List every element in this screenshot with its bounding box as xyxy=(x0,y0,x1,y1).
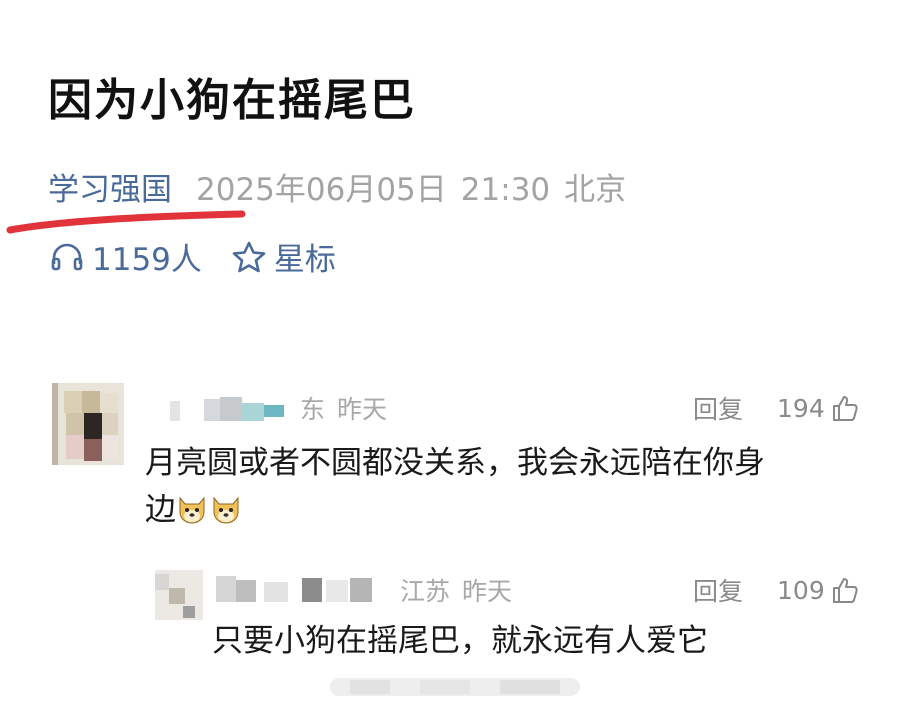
reply-avatar[interactable] xyxy=(155,570,203,620)
comment-text-line-2: 边 xyxy=(145,487,865,534)
publish-date: 2025年06月05日 xyxy=(196,172,447,208)
comment-text: 月亮圆或者不圆都没关系，我会永远陪在你身 边 xyxy=(145,440,865,534)
thumbs-up-icon[interactable] xyxy=(831,576,859,604)
avatar-pixelated xyxy=(52,383,124,465)
blurred-content-strip xyxy=(330,678,580,696)
reply-meta: 江苏 昨天 xyxy=(400,572,524,608)
publish-time: 21:30 xyxy=(460,172,551,208)
listen-count-group: 1159人 xyxy=(50,234,202,279)
reply-text: 只要小狗在摇尾巴，就永远有人爱它 xyxy=(212,623,708,659)
article-stats: 1159人 星标 xyxy=(50,234,366,279)
comment-meta: 东昨天 xyxy=(300,390,399,426)
red-underline-mark xyxy=(6,210,246,234)
reply-actions: 回复 109 xyxy=(693,572,859,608)
star-outline-icon xyxy=(232,241,266,272)
like-count: 194 xyxy=(777,393,825,423)
reply-time: 昨天 xyxy=(462,577,513,606)
star-button[interactable]: 星标 xyxy=(232,234,336,279)
avatar[interactable] xyxy=(52,383,124,465)
headphones-icon xyxy=(51,243,83,270)
publish-location: 北京 xyxy=(564,172,627,208)
reply-button[interactable]: 回复 xyxy=(693,572,743,608)
article-meta: 学习强国 2025年06月05日 21:30 北京 xyxy=(48,164,626,209)
username-redacted xyxy=(170,397,284,421)
reply-location: 江苏 xyxy=(400,577,451,606)
comment-text-continued: 边 xyxy=(145,492,176,528)
comment-location: 东 xyxy=(300,395,326,424)
article-title: 因为小狗在摇尾巴 xyxy=(48,75,416,126)
username-redacted xyxy=(216,576,372,602)
comment-actions: 回复 194 xyxy=(693,390,859,426)
like-count: 109 xyxy=(777,575,825,605)
star-label: 星标 xyxy=(273,242,336,278)
avatar-pixelated xyxy=(155,570,203,620)
listen-count: 1159人 xyxy=(92,242,202,278)
doge-emoji-icon xyxy=(213,496,239,524)
comment-text-line: 月亮圆或者不圆都没关系，我会永远陪在你身 xyxy=(145,445,765,481)
source-link[interactable]: 学习强国 xyxy=(48,172,172,208)
doge-emoji-icon xyxy=(179,496,205,524)
thumbs-up-icon[interactable] xyxy=(831,394,859,422)
comment-time: 昨天 xyxy=(337,395,388,424)
reply-button[interactable]: 回复 xyxy=(693,390,743,426)
